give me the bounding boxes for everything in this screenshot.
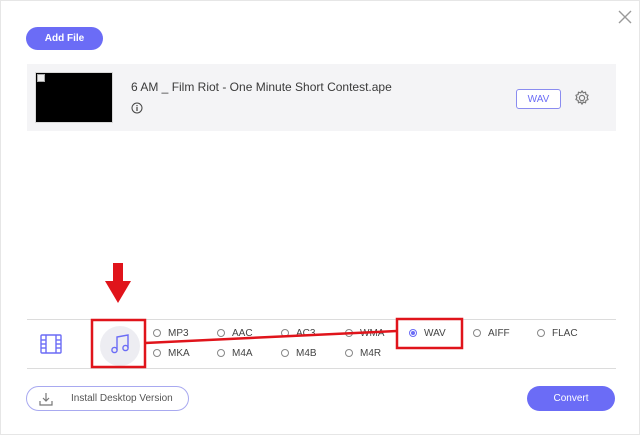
format-option-m4r[interactable]: M4R xyxy=(345,346,381,360)
format-option-aiff[interactable]: AIFF xyxy=(473,326,510,340)
format-label: WAV xyxy=(424,327,446,339)
output-format-badge[interactable]: WAV xyxy=(516,89,561,109)
format-label: MP3 xyxy=(168,327,189,339)
format-label: AC3 xyxy=(296,327,316,339)
film-icon[interactable] xyxy=(39,332,63,356)
audio-tab[interactable] xyxy=(100,326,140,366)
format-option-wma[interactable]: WMA xyxy=(345,326,384,340)
music-note-icon xyxy=(108,332,132,361)
radio-icon[interactable] xyxy=(153,329,161,337)
format-option-m4a[interactable]: M4A xyxy=(217,346,253,360)
format-option-ac3[interactable]: AC3 xyxy=(281,326,315,340)
format-option-mka[interactable]: MKA xyxy=(153,346,190,360)
format-label: AAC xyxy=(232,327,253,339)
format-label: FLAC xyxy=(552,327,578,339)
download-icon xyxy=(39,392,53,406)
format-label: WMA xyxy=(360,327,385,339)
radio-icon[interactable] xyxy=(281,329,289,337)
format-selector: MP3 AAC AC3 WMA WAV AIFF FLAC MKA M4A M4… xyxy=(27,319,616,369)
format-label: M4R xyxy=(360,347,382,359)
video-thumbnail xyxy=(35,72,113,123)
close-icon[interactable] xyxy=(615,7,635,27)
format-option-m4b[interactable]: M4B xyxy=(281,346,317,360)
radio-icon[interactable] xyxy=(537,329,545,337)
install-label: Install Desktop Version xyxy=(71,393,173,404)
radio-checked-icon[interactable] xyxy=(409,329,417,337)
convert-button[interactable]: Convert xyxy=(527,386,615,411)
format-label: AIFF xyxy=(488,327,510,339)
format-option-mp3[interactable]: MP3 xyxy=(153,326,189,340)
file-item: 6 AM _ Film Riot - One Minute Short Cont… xyxy=(27,64,616,131)
add-file-button[interactable]: Add File xyxy=(26,27,103,50)
radio-icon[interactable] xyxy=(473,329,481,337)
format-label: M4A xyxy=(232,347,253,359)
radio-icon[interactable] xyxy=(345,329,353,337)
gear-icon[interactable] xyxy=(573,89,591,107)
format-label: M4B xyxy=(296,347,317,359)
radio-icon[interactable] xyxy=(345,349,353,357)
radio-icon[interactable] xyxy=(217,329,225,337)
file-name: 6 AM _ Film Riot - One Minute Short Cont… xyxy=(131,80,392,94)
radio-icon[interactable] xyxy=(153,349,161,357)
format-option-flac[interactable]: FLAC xyxy=(537,326,578,340)
radio-icon[interactable] xyxy=(217,349,225,357)
arrow-down-icon xyxy=(105,263,131,303)
format-option-wav[interactable]: WAV xyxy=(409,326,446,340)
info-icon[interactable] xyxy=(131,101,143,114)
install-desktop-button[interactable]: Install Desktop Version xyxy=(26,386,189,411)
broken-image-icon xyxy=(37,74,45,82)
radio-icon[interactable] xyxy=(281,349,289,357)
converter-dialog: Add File 6 AM _ Film Riot - One Minute S… xyxy=(0,0,640,435)
format-option-aac[interactable]: AAC xyxy=(217,326,253,340)
format-label: MKA xyxy=(168,347,190,359)
